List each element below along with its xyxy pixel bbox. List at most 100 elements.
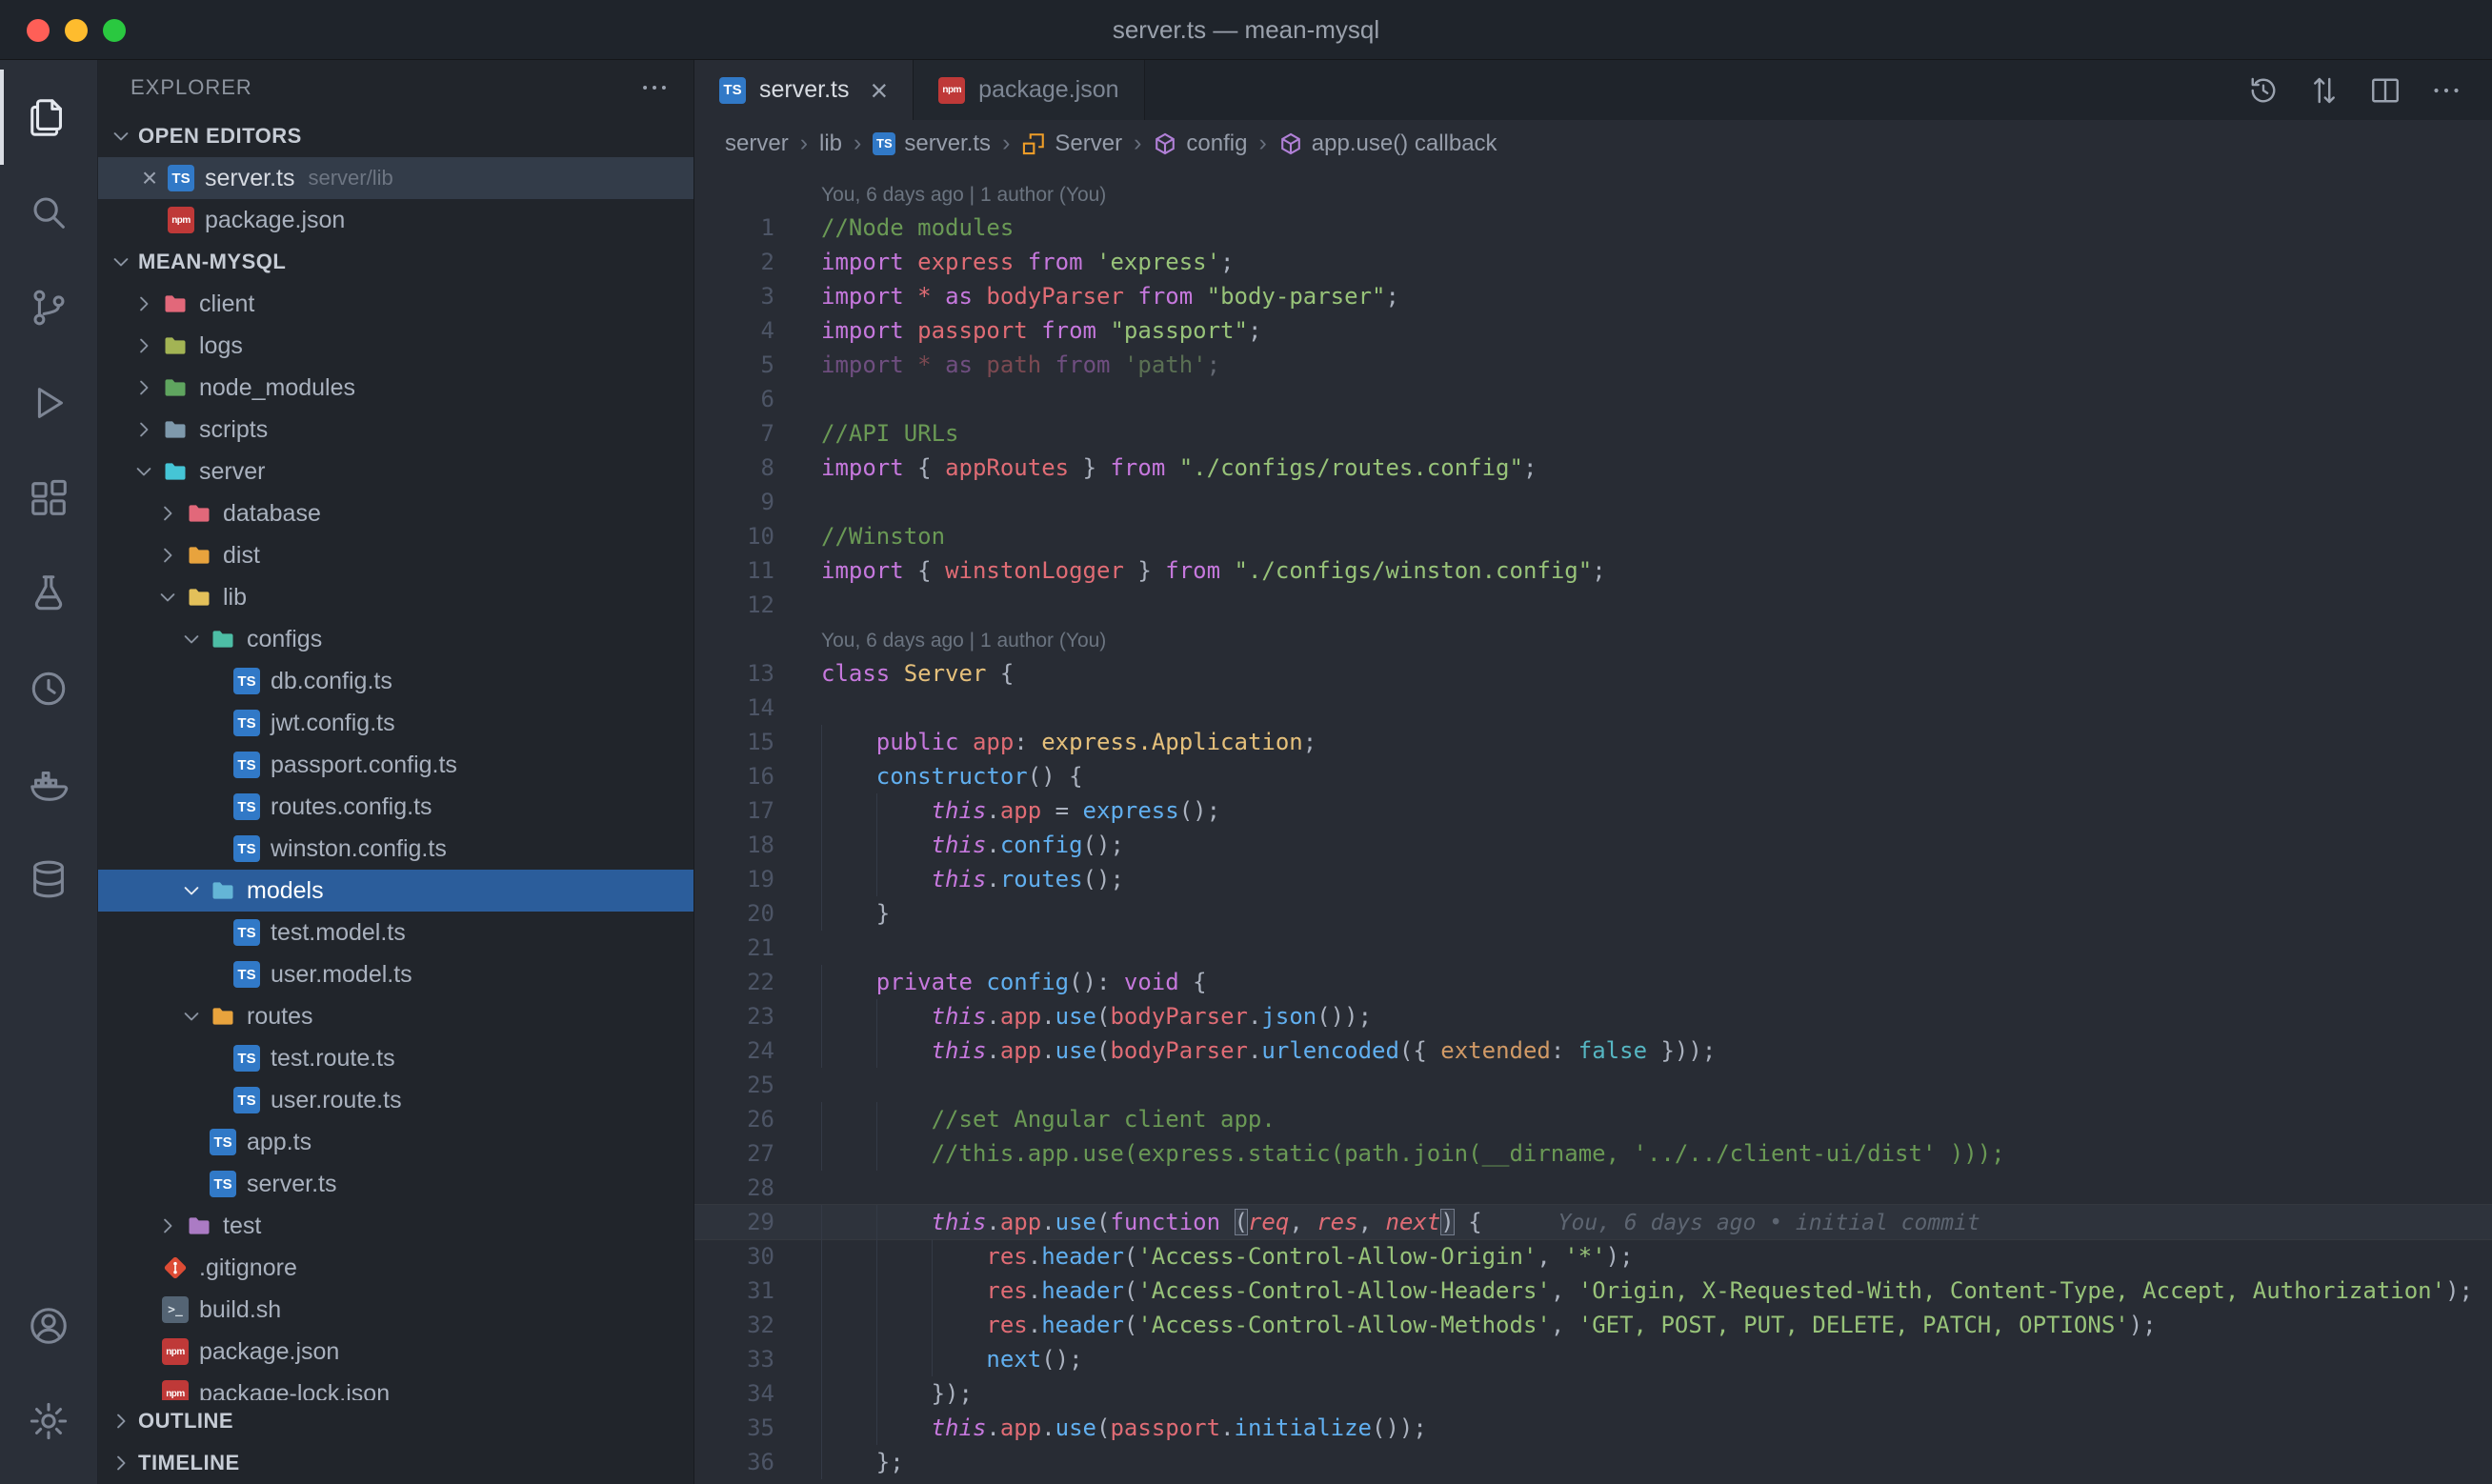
tree-item-package-json[interactable]: npmpackage.json bbox=[98, 1331, 693, 1373]
open-editor-package-json[interactable]: npmpackage.json bbox=[98, 199, 693, 241]
activity-bar-item-run-debug[interactable] bbox=[0, 355, 97, 451]
tree-item-node-modules[interactable]: node_modules bbox=[98, 367, 693, 409]
code-line-10[interactable]: 10//Winston bbox=[694, 519, 2492, 553]
code-line-8[interactable]: 8import { appRoutes } from "./configs/ro… bbox=[694, 451, 2492, 485]
activity-bar-item-clock[interactable] bbox=[0, 641, 97, 736]
tree-item-database[interactable]: database bbox=[98, 492, 693, 534]
code-line-4[interactable]: 4import passport from "passport"; bbox=[694, 313, 2492, 348]
open-editor-server-ts[interactable]: ×TSserver.tsserver/lib bbox=[98, 157, 693, 199]
code-line-20[interactable]: 20} bbox=[694, 896, 2492, 931]
code-line-34[interactable]: 34}); bbox=[694, 1376, 2492, 1411]
breadcrumb-item-server[interactable]: server bbox=[725, 130, 789, 157]
codelens-label[interactable]: You, 6 days ago | 1 author (You) bbox=[821, 184, 1106, 206]
tab-server-ts[interactable]: TSserver.ts× bbox=[694, 60, 914, 120]
activity-bar-item-database[interactable] bbox=[0, 832, 97, 927]
code-line-24[interactable]: 24this.app.use(bodyParser.urlencoded({ e… bbox=[694, 1033, 2492, 1068]
breadcrumb-item-lib[interactable]: lib bbox=[819, 130, 842, 157]
code-line-15[interactable]: 15public app: express.Application; bbox=[694, 725, 2492, 759]
zoom-window-button[interactable] bbox=[103, 19, 126, 42]
editor-code-area[interactable]: You, 6 days ago | 1 author (You) 1//Node … bbox=[694, 167, 2492, 1484]
close-editor-icon[interactable]: × bbox=[136, 165, 163, 191]
tree-item-user-route-ts[interactable]: TSuser.route.ts bbox=[98, 1079, 693, 1121]
code-line-19[interactable]: 19this.routes(); bbox=[694, 862, 2492, 896]
code-line-33[interactable]: 33next(); bbox=[694, 1342, 2492, 1376]
activity-bar-item-explorer[interactable] bbox=[0, 70, 97, 165]
activity-bar-item-extensions[interactable] bbox=[0, 451, 97, 546]
tree-item-gitignore[interactable]: .gitignore bbox=[98, 1247, 693, 1289]
code-line-5[interactable]: 5import * as path from 'path'; bbox=[694, 348, 2492, 382]
tree-item-client[interactable]: client bbox=[98, 283, 693, 325]
activity-bar-item-docker[interactable] bbox=[0, 736, 97, 832]
tree-item-build-sh[interactable]: >_build.sh bbox=[98, 1289, 693, 1331]
section-workspace-header[interactable]: MEAN-MYSQL bbox=[98, 241, 693, 283]
tree-item-routes[interactable]: routes bbox=[98, 995, 693, 1037]
code-line-9[interactable]: 9 bbox=[694, 485, 2492, 519]
tree-item-dist[interactable]: dist bbox=[98, 534, 693, 576]
activity-bar-item-test-beaker[interactable] bbox=[0, 546, 97, 641]
code-line-26[interactable]: 26//set Angular client app. bbox=[694, 1102, 2492, 1136]
code-line-28[interactable]: 28 bbox=[694, 1171, 2492, 1205]
code-line-18[interactable]: 18this.config(); bbox=[694, 828, 2492, 862]
tab-package-json[interactable]: npmpackage.json bbox=[914, 60, 1144, 120]
code-line-23[interactable]: 23this.app.use(bodyParser.json()); bbox=[694, 999, 2492, 1033]
breadcrumb-item-config[interactable]: config bbox=[1153, 130, 1247, 157]
tree-item-test[interactable]: test bbox=[98, 1205, 693, 1247]
code-line-29[interactable]: 29this.app.use(function (req, res, next)… bbox=[694, 1205, 2492, 1239]
tree-item-user-model-ts[interactable]: TSuser.model.ts bbox=[98, 953, 693, 995]
code-line-13[interactable]: 13class Server { bbox=[694, 656, 2492, 691]
code-line-17[interactable]: 17this.app = express(); bbox=[694, 793, 2492, 828]
tree-item-winston-config-ts[interactable]: TSwinston.config.ts bbox=[98, 828, 693, 870]
code-line-16[interactable]: 16constructor() { bbox=[694, 759, 2492, 793]
tree-item-scripts[interactable]: scripts bbox=[98, 409, 693, 451]
tree-item-test-route-ts[interactable]: TStest.route.ts bbox=[98, 1037, 693, 1079]
codelens-row[interactable]: You, 6 days ago | 1 author (You) bbox=[694, 622, 2492, 656]
breadcrumb-item-server[interactable]: Server bbox=[1021, 130, 1122, 157]
code-line-22[interactable]: 22private config(): void { bbox=[694, 965, 2492, 999]
breadcrumb-item-app-use-callback[interactable]: app.use() callback bbox=[1278, 130, 1497, 157]
more-actions-icon[interactable] bbox=[2429, 73, 2463, 108]
activity-bar-item-source-control[interactable] bbox=[0, 260, 97, 355]
views-and-more-actions-icon[interactable] bbox=[638, 71, 671, 104]
open-changes-icon[interactable] bbox=[2307, 73, 2341, 108]
code-line-35[interactable]: 35this.app.use(passport.initialize()); bbox=[694, 1411, 2492, 1445]
code-line-2[interactable]: 2import express from 'express'; bbox=[694, 245, 2492, 279]
code-line-14[interactable]: 14 bbox=[694, 691, 2492, 725]
tree-item-package-lock-json[interactable]: npmpackage-lock.json bbox=[98, 1373, 693, 1400]
codelens-row[interactable]: You, 6 days ago | 1 author (You) bbox=[694, 176, 2492, 211]
section-open-editors-header[interactable]: OPEN EDITORS bbox=[98, 115, 693, 157]
outline-section-header[interactable]: OUTLINE bbox=[98, 1400, 693, 1442]
tree-item-configs[interactable]: configs bbox=[98, 618, 693, 660]
code-line-3[interactable]: 3import * as bodyParser from "body-parse… bbox=[694, 279, 2492, 313]
close-window-button[interactable] bbox=[27, 19, 50, 42]
activity-bar-item-search[interactable] bbox=[0, 165, 97, 260]
codelens-label[interactable]: You, 6 days ago | 1 author (You) bbox=[821, 630, 1106, 652]
code-line-36[interactable]: 36}; bbox=[694, 1445, 2492, 1479]
breadcrumb-item-server-ts[interactable]: TSserver.ts bbox=[873, 130, 991, 157]
tree-item-models[interactable]: models bbox=[98, 870, 693, 912]
code-line-12[interactable]: 12 bbox=[694, 588, 2492, 622]
code-line-37[interactable]: 37 bbox=[694, 1479, 2492, 1484]
code-line-21[interactable]: 21 bbox=[694, 931, 2492, 965]
tree-item-jwt-config-ts[interactable]: TSjwt.config.ts bbox=[98, 702, 693, 744]
code-line-31[interactable]: 31res.header('Access-Control-Allow-Heade… bbox=[694, 1273, 2492, 1308]
code-line-6[interactable]: 6 bbox=[694, 382, 2492, 416]
tree-item-test-model-ts[interactable]: TStest.model.ts bbox=[98, 912, 693, 953]
close-tab-icon[interactable]: × bbox=[870, 75, 888, 106]
tree-item-app-ts[interactable]: TSapp.ts bbox=[98, 1121, 693, 1163]
code-line-32[interactable]: 32res.header('Access-Control-Allow-Metho… bbox=[694, 1308, 2492, 1342]
code-line-25[interactable]: 25 bbox=[694, 1068, 2492, 1102]
tree-item-db-config-ts[interactable]: TSdb.config.ts bbox=[98, 660, 693, 702]
timeline-section-header[interactable]: TIMELINE bbox=[98, 1442, 693, 1484]
tree-item-routes-config-ts[interactable]: TSroutes.config.ts bbox=[98, 786, 693, 828]
activity-bar-item-account[interactable] bbox=[0, 1278, 97, 1374]
tree-item-lib[interactable]: lib bbox=[98, 576, 693, 618]
tree-item-logs[interactable]: logs bbox=[98, 325, 693, 367]
code-line-7[interactable]: 7//API URLs bbox=[694, 416, 2492, 451]
minimize-window-button[interactable] bbox=[65, 19, 88, 42]
tree-item-passport-config-ts[interactable]: TSpassport.config.ts bbox=[98, 744, 693, 786]
code-line-1[interactable]: 1//Node modules bbox=[694, 211, 2492, 245]
code-line-30[interactable]: 30res.header('Access-Control-Allow-Origi… bbox=[694, 1239, 2492, 1273]
tree-item-server[interactable]: server bbox=[98, 451, 693, 492]
code-line-27[interactable]: 27//this.app.use(express.static(path.joi… bbox=[694, 1136, 2492, 1171]
timeline-history-icon[interactable] bbox=[2246, 73, 2281, 108]
